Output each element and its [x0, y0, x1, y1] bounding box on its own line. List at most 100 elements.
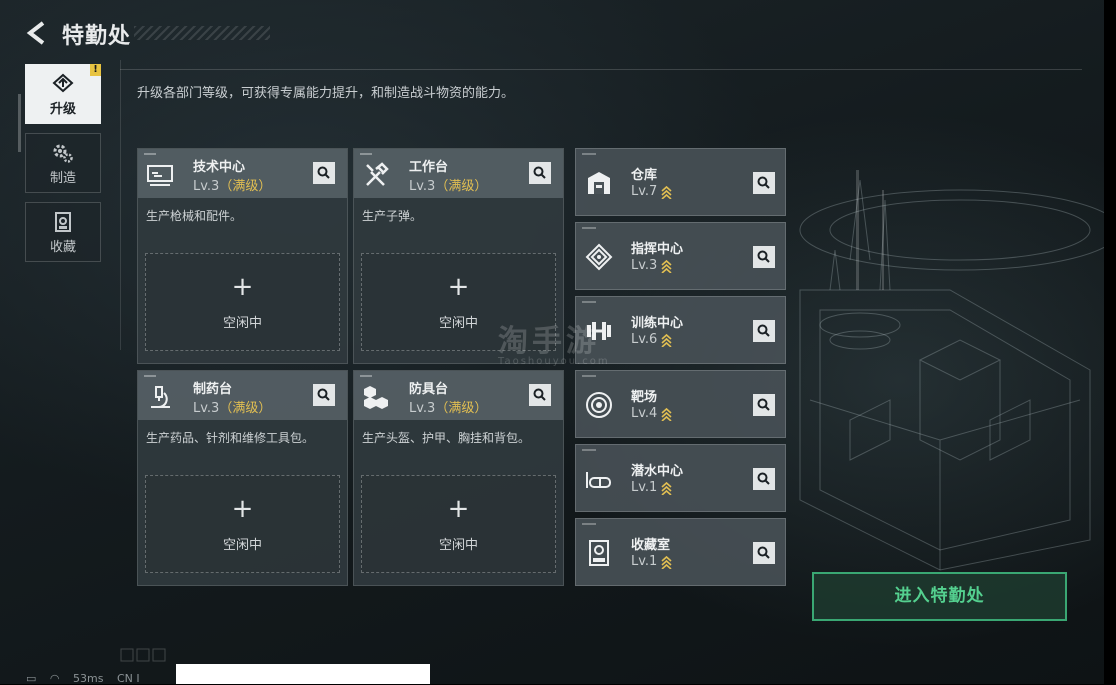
- level-value: Lv.1: [631, 480, 658, 495]
- facility-level: Lv.4: [631, 406, 672, 421]
- wifi-icon: ◠: [49, 672, 60, 685]
- card-header: 制药台 Lv.3（满级）: [138, 371, 347, 420]
- display-case-icon: [589, 540, 609, 566]
- slot-status: 空闲中: [438, 538, 478, 553]
- facility-row-diving-center[interactable]: 潜水中心 Lv.1: [575, 444, 786, 512]
- facility-row-command-center[interactable]: 指挥中心 Lv.3: [575, 222, 786, 290]
- facility-row-warehouse[interactable]: 仓库 Lv.7: [575, 148, 786, 216]
- card-description: 生产枪械和配件。: [146, 209, 243, 223]
- upgrade-available-icon: [661, 555, 672, 569]
- facility-row-collection-room[interactable]: 收藏室 Lv.1: [575, 518, 786, 586]
- max-level-tag: （满级）: [219, 401, 272, 416]
- card-header: 防具台 Lv.3（满级）: [354, 371, 563, 420]
- search-icon[interactable]: [753, 246, 775, 268]
- card-header: 工作台 Lv.3（满级）: [354, 149, 563, 198]
- facility-name: 仓库: [631, 168, 658, 183]
- search-icon[interactable]: [753, 172, 775, 194]
- level-value: Lv.3: [193, 179, 220, 194]
- level-value: Lv.6: [631, 332, 658, 347]
- background-scene: 特勤处 升级 ! 制造 收藏 升级各部门等级，可获得专属能力提升，和制造战斗物资…: [0, 0, 1104, 685]
- ping-value: 53ms: [73, 672, 104, 685]
- search-icon[interactable]: [753, 468, 775, 490]
- level-value: Lv.3: [631, 258, 658, 273]
- collection-icon: [55, 212, 71, 232]
- upgrade-available-icon: [661, 481, 672, 495]
- max-level-tag: （满级）: [435, 179, 488, 194]
- upgrade-available-icon: [661, 333, 672, 347]
- card-description: 生产药品、针剂和维修工具包。: [146, 431, 315, 445]
- workshop-card-tech-center[interactable]: 技术中心 Lv.3（满级） 生产枪械和配件。 + 空闲中: [137, 148, 348, 364]
- tab-upgrade-label: 升级: [49, 102, 76, 117]
- facility-name: 指挥中心: [631, 242, 684, 257]
- facility-name: 收藏室: [631, 538, 671, 553]
- card-name: 工作台: [409, 160, 449, 175]
- armor-boxes-icon: [364, 386, 388, 409]
- tab-craft-label: 制造: [49, 171, 76, 186]
- facility-name: 靶场: [631, 390, 658, 405]
- level-value: Lv.3: [409, 401, 436, 416]
- facility-level: Lv.6: [631, 332, 672, 347]
- search-icon[interactable]: [753, 320, 775, 342]
- search-icon[interactable]: [753, 394, 775, 416]
- gears-icon: [53, 144, 73, 163]
- plus-icon: +: [447, 494, 470, 524]
- sidebar-scrollbar[interactable]: [18, 94, 21, 152]
- production-slot[interactable]: + 空闲中: [145, 475, 340, 573]
- plus-icon: +: [231, 494, 254, 524]
- search-icon[interactable]: [529, 162, 551, 184]
- upgrade-available-icon: [661, 407, 672, 421]
- card-description: 生产子弹。: [362, 209, 423, 223]
- slot-status: 空闲中: [222, 316, 262, 331]
- upgrade-icon: [52, 73, 74, 93]
- tab-collection[interactable]: 收藏: [25, 202, 101, 262]
- warehouse-icon: [588, 172, 610, 194]
- card-name: 制药台: [193, 382, 233, 397]
- production-slot[interactable]: + 空闲中: [145, 253, 340, 351]
- tab-upgrade[interactable]: 升级 !: [25, 64, 101, 124]
- production-slot[interactable]: + 空闲中: [361, 475, 556, 573]
- facility-name: 潜水中心: [631, 464, 684, 479]
- facility-level: Lv.1: [631, 480, 672, 495]
- facility-name: 训练中心: [631, 316, 684, 331]
- card-level: Lv.3（满级）: [193, 397, 271, 416]
- chip-icon: [585, 243, 613, 271]
- tools-icon: [366, 162, 389, 186]
- card-name: 防具台: [409, 382, 449, 397]
- card-description: 生产头盔、护甲、胸挂和背包。: [362, 431, 531, 445]
- workshop-card-pharmacy[interactable]: 制药台 Lv.3（满级） 生产药品、针剂和维修工具包。 + 空闲中: [137, 370, 348, 586]
- sidebar-divider: [120, 60, 121, 350]
- tab-craft[interactable]: 制造: [25, 133, 101, 193]
- search-icon[interactable]: [753, 542, 775, 564]
- diving-mask-icon: [586, 472, 611, 488]
- back-arrow-icon[interactable]: [24, 20, 50, 46]
- enter-special-ops-button[interactable]: 进入特勤处: [812, 572, 1067, 621]
- slot-status: 空闲中: [222, 538, 262, 553]
- microscope-icon: [151, 386, 170, 409]
- facility-level: Lv.7: [631, 184, 672, 199]
- battery-icon: ▭: [26, 672, 37, 685]
- card-name: 技术中心: [193, 160, 246, 175]
- workshop-card-armor-bench[interactable]: 防具台 Lv.3（满级） 生产头盔、护甲、胸挂和背包。 + 空闲中: [353, 370, 564, 586]
- search-icon[interactable]: [313, 384, 335, 406]
- plus-icon: +: [447, 272, 470, 302]
- facility-row-shooting-range[interactable]: 靶场 Lv.4: [575, 370, 786, 438]
- card-level: Lv.3（满级）: [409, 397, 487, 416]
- facility-row-training-center[interactable]: 训练中心 Lv.6: [575, 296, 786, 364]
- facility-level: Lv.1: [631, 554, 672, 569]
- alert-badge: !: [90, 64, 101, 76]
- watermark-url: Taoshouyou.com: [498, 356, 610, 367]
- watermark: 淘手游: [498, 324, 600, 359]
- max-level-tag: （满级）: [435, 401, 488, 416]
- base-blueprint-illustration: [799, 170, 1104, 571]
- title-decoration: [134, 26, 270, 40]
- status-bar: ▭ ◠ 53ms CN I: [26, 672, 150, 685]
- region-label: CN I: [116, 672, 140, 685]
- tab-collection-label: 收藏: [49, 240, 76, 255]
- search-icon[interactable]: [313, 162, 335, 184]
- level-value: Lv.4: [631, 406, 658, 421]
- level-value: Lv.1: [631, 554, 658, 569]
- level-value: Lv.7: [631, 184, 658, 199]
- upgrade-available-icon: [661, 185, 672, 199]
- screen-edge: [1104, 0, 1116, 684]
- search-icon[interactable]: [529, 384, 551, 406]
